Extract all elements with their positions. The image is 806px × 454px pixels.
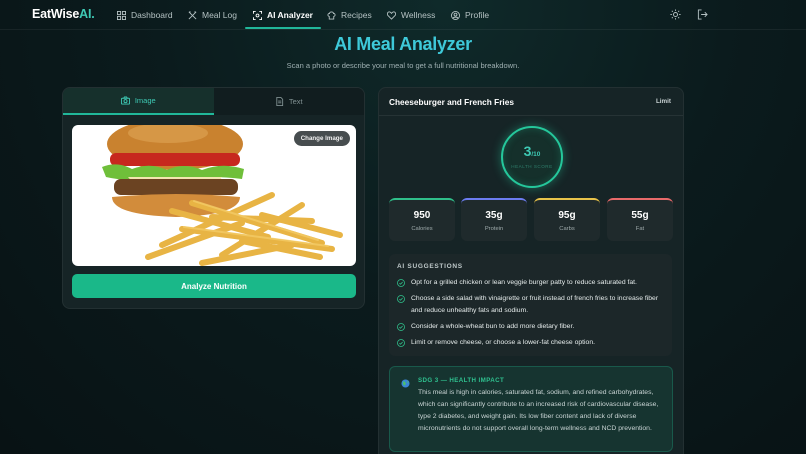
stat-fat-label: Fat: [635, 226, 645, 232]
analysis-result-panel: Cheeseburger and French Fries Limit 3/10…: [378, 87, 684, 454]
page-subtitle: Scan a photo or describe your meal to ge…: [286, 61, 520, 70]
nav-label-meal-log: Meal Log: [202, 10, 237, 20]
meal-photo: Change Image: [72, 125, 356, 266]
health-score-ring: 3/10 HEALTH SCORE: [501, 126, 563, 188]
impact-text: This meal is high in calories, saturated…: [418, 389, 659, 432]
nav-label-recipes: Recipes: [341, 10, 372, 20]
stat-fat-value: 55g: [631, 210, 649, 221]
nav-item-meal-log[interactable]: Meal Log: [188, 0, 237, 30]
grid-icon: [117, 10, 126, 20]
change-image-button[interactable]: Change Image: [293, 131, 350, 146]
stat-carbs: 95g Carbs: [534, 198, 600, 241]
suggestion-item: Choose a side salad with vinaigrette or …: [397, 295, 669, 317]
tab-image-label: Image: [134, 96, 156, 105]
nav-item-profile[interactable]: Profile: [451, 0, 489, 30]
verdict-badge: Limit: [655, 98, 671, 105]
nav-item-ai-analyzer[interactable]: AI Analyzer: [245, 0, 321, 30]
suggestions-title: AI SUGGESTIONS: [397, 263, 463, 270]
burger-fries-image: [102, 125, 343, 266]
health-score-label: HEALTH SCORE: [511, 164, 553, 169]
top-nav: EatWiseAI. Dashboard Meal Log AI Analyze…: [0, 0, 806, 30]
result-header: Cheeseburger and French Fries Limit: [379, 88, 683, 116]
heart-icon: [387, 10, 396, 20]
nav-label-dashboard: Dashboard: [131, 10, 173, 20]
scan-icon: [253, 10, 262, 20]
score-max: /10: [531, 151, 541, 158]
stat-fat: 55g Fat: [607, 198, 673, 241]
check-circle-icon: [397, 323, 405, 331]
tab-image[interactable]: Image: [63, 88, 214, 115]
stat-protein-label: Protein: [484, 226, 504, 232]
tab-text-label: Text: [288, 97, 303, 106]
suggestion-text: Consider a whole-wheat bun to add more d…: [411, 323, 575, 330]
page-title: AI Meal Analyzer: [334, 34, 472, 54]
app-logo[interactable]: EatWiseAI.: [32, 7, 95, 21]
logout-icon[interactable]: [697, 9, 708, 20]
suggestion-item: Consider a whole-wheat bun to add more d…: [397, 323, 669, 333]
suggestion-text: Limit or remove cheese, or choose a lowe…: [411, 339, 595, 346]
globe-icon: [401, 379, 410, 388]
stat-calories-label: Calories: [411, 226, 433, 232]
nav-label-wellness: Wellness: [401, 10, 436, 20]
check-circle-icon: [397, 339, 405, 347]
health-score-value: 3/10: [503, 143, 561, 159]
nav-item-recipes[interactable]: Recipes: [327, 0, 372, 30]
suggestion-item: Limit or remove cheese, or choose a lowe…: [397, 339, 669, 349]
logo-main: EatWise: [32, 7, 80, 21]
analyze-nutrition-button[interactable]: Analyze Nutrition: [72, 274, 356, 298]
camera-icon: [120, 96, 130, 105]
stat-protein: 35g Protein: [461, 198, 527, 241]
sun-icon[interactable]: [670, 9, 681, 20]
health-impact-box: SDG 3 — HEALTH IMPACT This meal is high …: [389, 366, 673, 452]
document-icon: [276, 97, 283, 106]
suggestion-text: Choose a side salad with vinaigrette or …: [411, 295, 659, 314]
check-circle-icon: [397, 295, 405, 303]
logo-accent: AI.: [79, 7, 95, 21]
stat-calories-value: 950: [413, 210, 431, 221]
meal-name: Cheeseburger and French Fries: [389, 97, 514, 107]
utensils-icon: [188, 10, 197, 19]
stat-calories: 950 Calories: [389, 198, 455, 241]
meal-input-panel: Image Text Change Image Analyze Nutritio…: [62, 87, 365, 309]
stat-protein-value: 35g: [485, 210, 503, 221]
nav-label-profile: Profile: [465, 10, 490, 20]
impact-title: SDG 3 — HEALTH IMPACT: [418, 377, 505, 384]
input-tabs: Image Text: [63, 88, 364, 115]
nav-label-ai-analyzer: AI Analyzer: [267, 10, 313, 20]
suggestion-item: Opt for a grilled chicken or lean veggie…: [397, 279, 669, 289]
nav-item-wellness[interactable]: Wellness: [387, 0, 435, 30]
check-circle-icon: [397, 279, 405, 287]
suggestion-text: Opt for a grilled chicken or lean veggie…: [411, 279, 637, 286]
user-icon: [451, 10, 460, 20]
ai-suggestions: AI SUGGESTIONS Opt for a grilled chicken…: [389, 254, 672, 356]
stat-carbs-value: 95g: [558, 210, 576, 221]
stat-carbs-label: Carbs: [559, 226, 575, 232]
tab-text[interactable]: Text: [213, 88, 364, 115]
nav-item-dashboard[interactable]: Dashboard: [117, 0, 173, 30]
chef-hat-icon: [327, 11, 336, 20]
